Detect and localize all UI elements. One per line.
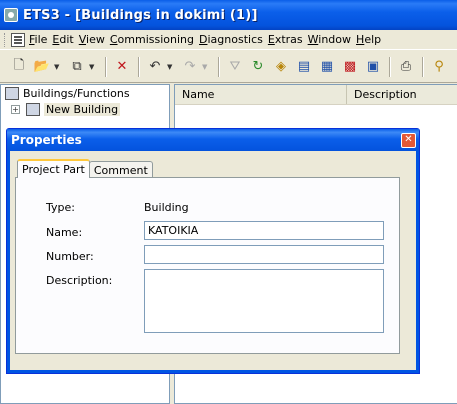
column-header-name[interactable]: Name: [175, 85, 347, 104]
number-input[interactable]: [144, 245, 384, 264]
toolbar-separator: [218, 56, 220, 77]
number-label: Number:: [46, 250, 94, 263]
undo-dropdown-icon[interactable]: ▼: [167, 63, 175, 71]
toolbar-separator: [389, 56, 391, 77]
toolbar-separator: [105, 56, 107, 77]
type-value: Building: [144, 201, 189, 214]
tree-item-new-building[interactable]: + New Building: [1, 101, 169, 117]
menu-view[interactable]: View: [79, 33, 110, 46]
find-icon[interactable]: ⚲: [428, 56, 450, 78]
new-icon[interactable]: 🗋: [8, 56, 30, 78]
list-header: Name Description: [175, 85, 457, 105]
name-input[interactable]: [144, 221, 384, 240]
delete-icon[interactable]: ✕: [111, 56, 133, 78]
toolbar: 🗋 📂 ▼ ⧉ ▼ ✕ ↶ ▼ ↷ ▼ ⛛ ↻ ◈ ▤ ▦ ▩ ▣ ⎙ ⚲: [0, 51, 457, 83]
tree-expand-icon[interactable]: +: [11, 104, 20, 114]
properties-dialog: Properties ✕ Project Part Comment Type: …: [6, 128, 420, 374]
filter-icon[interactable]: ⛛: [224, 56, 246, 78]
window-icon[interactable]: ▣: [362, 56, 384, 78]
tag-icon[interactable]: ◈: [270, 56, 292, 78]
toolbar-separator: [422, 56, 424, 77]
menu-window[interactable]: Window: [308, 33, 356, 46]
name-label: Name:: [46, 226, 83, 239]
toolbar-separator: [138, 56, 140, 77]
window-title: ETS3 - [Buildings in dokimi (1)]: [23, 7, 258, 23]
menu-bar: File Edit View Commissioning Diagnostics…: [0, 30, 457, 50]
tree-root-item[interactable]: Buildings/Functions: [1, 85, 169, 101]
menu-diagnostics[interactable]: Diagnostics: [199, 33, 268, 46]
dialog-titlebar[interactable]: Properties ✕: [7, 129, 419, 151]
redo-icon[interactable]: ↷: [179, 56, 201, 78]
menu-extras[interactable]: Extras: [268, 33, 308, 46]
tab-project-part[interactable]: Project Part: [17, 159, 90, 178]
print-icon[interactable]: ⎙: [395, 56, 417, 78]
document-icon[interactable]: [11, 32, 25, 47]
tab-comment[interactable]: Comment: [88, 161, 153, 178]
tab-strip: Project Part Comment: [17, 159, 153, 178]
description-textarea[interactable]: [144, 269, 384, 333]
menu-edit[interactable]: Edit: [52, 33, 78, 46]
copy-dropdown-icon[interactable]: ▼: [89, 63, 97, 71]
column-header-description[interactable]: Description: [347, 85, 457, 104]
menu-help[interactable]: Help: [356, 33, 386, 46]
matrix-icon[interactable]: ▩: [339, 56, 361, 78]
menu-file[interactable]: File: [29, 33, 52, 46]
buildings-icon: [5, 86, 19, 100]
tree-item-label: New Building: [44, 102, 121, 116]
close-icon[interactable]: ✕: [401, 132, 416, 148]
grid-icon[interactable]: ▦: [316, 56, 338, 78]
menu-grip[interactable]: [4, 32, 7, 47]
tab-panel-project-part: Type: Building Name: Number: Description…: [15, 177, 400, 354]
tree-root-label: Buildings/Functions: [23, 86, 130, 100]
building-icon: [26, 102, 40, 116]
refresh-icon[interactable]: ↻: [247, 56, 269, 78]
undo-icon[interactable]: ↶: [144, 56, 166, 78]
open-icon[interactable]: 📂: [31, 56, 53, 78]
copy-icon[interactable]: ⧉: [66, 56, 88, 78]
properties-icon[interactable]: ▤: [293, 56, 315, 78]
dialog-title: Properties: [11, 133, 82, 147]
ets-app-icon[interactable]: [4, 8, 18, 22]
redo-dropdown-icon[interactable]: ▼: [202, 63, 210, 71]
menu-commissioning[interactable]: Commissioning: [110, 33, 199, 46]
type-label: Type:: [46, 201, 75, 214]
open-dropdown-icon[interactable]: ▼: [54, 63, 62, 71]
description-label: Description:: [46, 274, 113, 287]
window-titlebar[interactable]: ETS3 - [Buildings in dokimi (1)]: [0, 0, 457, 30]
dialog-body: Project Part Comment Type: Building Name…: [10, 151, 416, 370]
